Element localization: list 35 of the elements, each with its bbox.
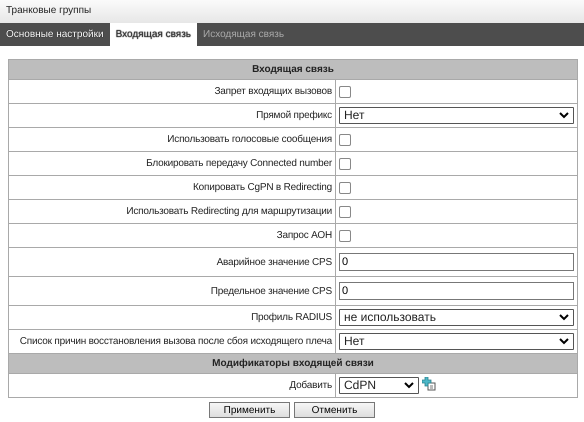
tab[interactable]: Основные настройки — [0, 23, 110, 46]
input-field[interactable]: 0 — [339, 282, 574, 300]
select-field[interactable]: Нет — [339, 107, 574, 124]
add-icon[interactable] — [422, 377, 436, 391]
select-field[interactable]: Нет — [339, 333, 574, 350]
select-field[interactable]: не использовать — [339, 309, 574, 326]
field-label: Профиль RADIUS — [8, 306, 336, 330]
page-title: Транковые группы — [6, 5, 92, 16]
caret-icon — [559, 338, 569, 345]
caret-icon — [559, 112, 569, 119]
tab[interactable]: Входящая связь — [110, 23, 197, 46]
select-field[interactable]: CdPN — [339, 377, 419, 394]
form-button[interactable]: Отменить — [294, 402, 375, 418]
field-label: Запрос АОН — [8, 224, 336, 248]
field-label: Запрет входящих вызовов — [8, 80, 336, 104]
field-label: Добавить — [8, 374, 336, 398]
section-header: Входящая связь — [8, 60, 578, 80]
checkbox[interactable] — [339, 206, 351, 218]
field-label: Копировать CgPN в Redirecting — [8, 176, 336, 200]
field-label: Блокировать передачу Connected number — [8, 152, 336, 176]
checkbox[interactable] — [339, 86, 351, 98]
checkbox[interactable] — [339, 158, 351, 170]
field-label: Предельное значение CPS — [8, 276, 336, 306]
checkbox[interactable] — [339, 230, 351, 242]
caret-icon — [559, 314, 569, 321]
checkbox[interactable] — [339, 182, 351, 194]
field-label: Прямой префикс — [8, 104, 336, 128]
input-field[interactable]: 0 — [339, 253, 574, 271]
section-header: Модификаторы входящей связи — [8, 354, 578, 374]
field-label: Использовать Redirecting для маршрутизации — [8, 200, 336, 224]
form-button[interactable]: Применить — [209, 402, 290, 418]
field-label: Использовать голосовые сообщения — [8, 128, 336, 152]
checkbox[interactable] — [339, 134, 351, 146]
caret-icon — [404, 382, 414, 389]
field-label: Аварийное значение CPS — [8, 248, 336, 276]
